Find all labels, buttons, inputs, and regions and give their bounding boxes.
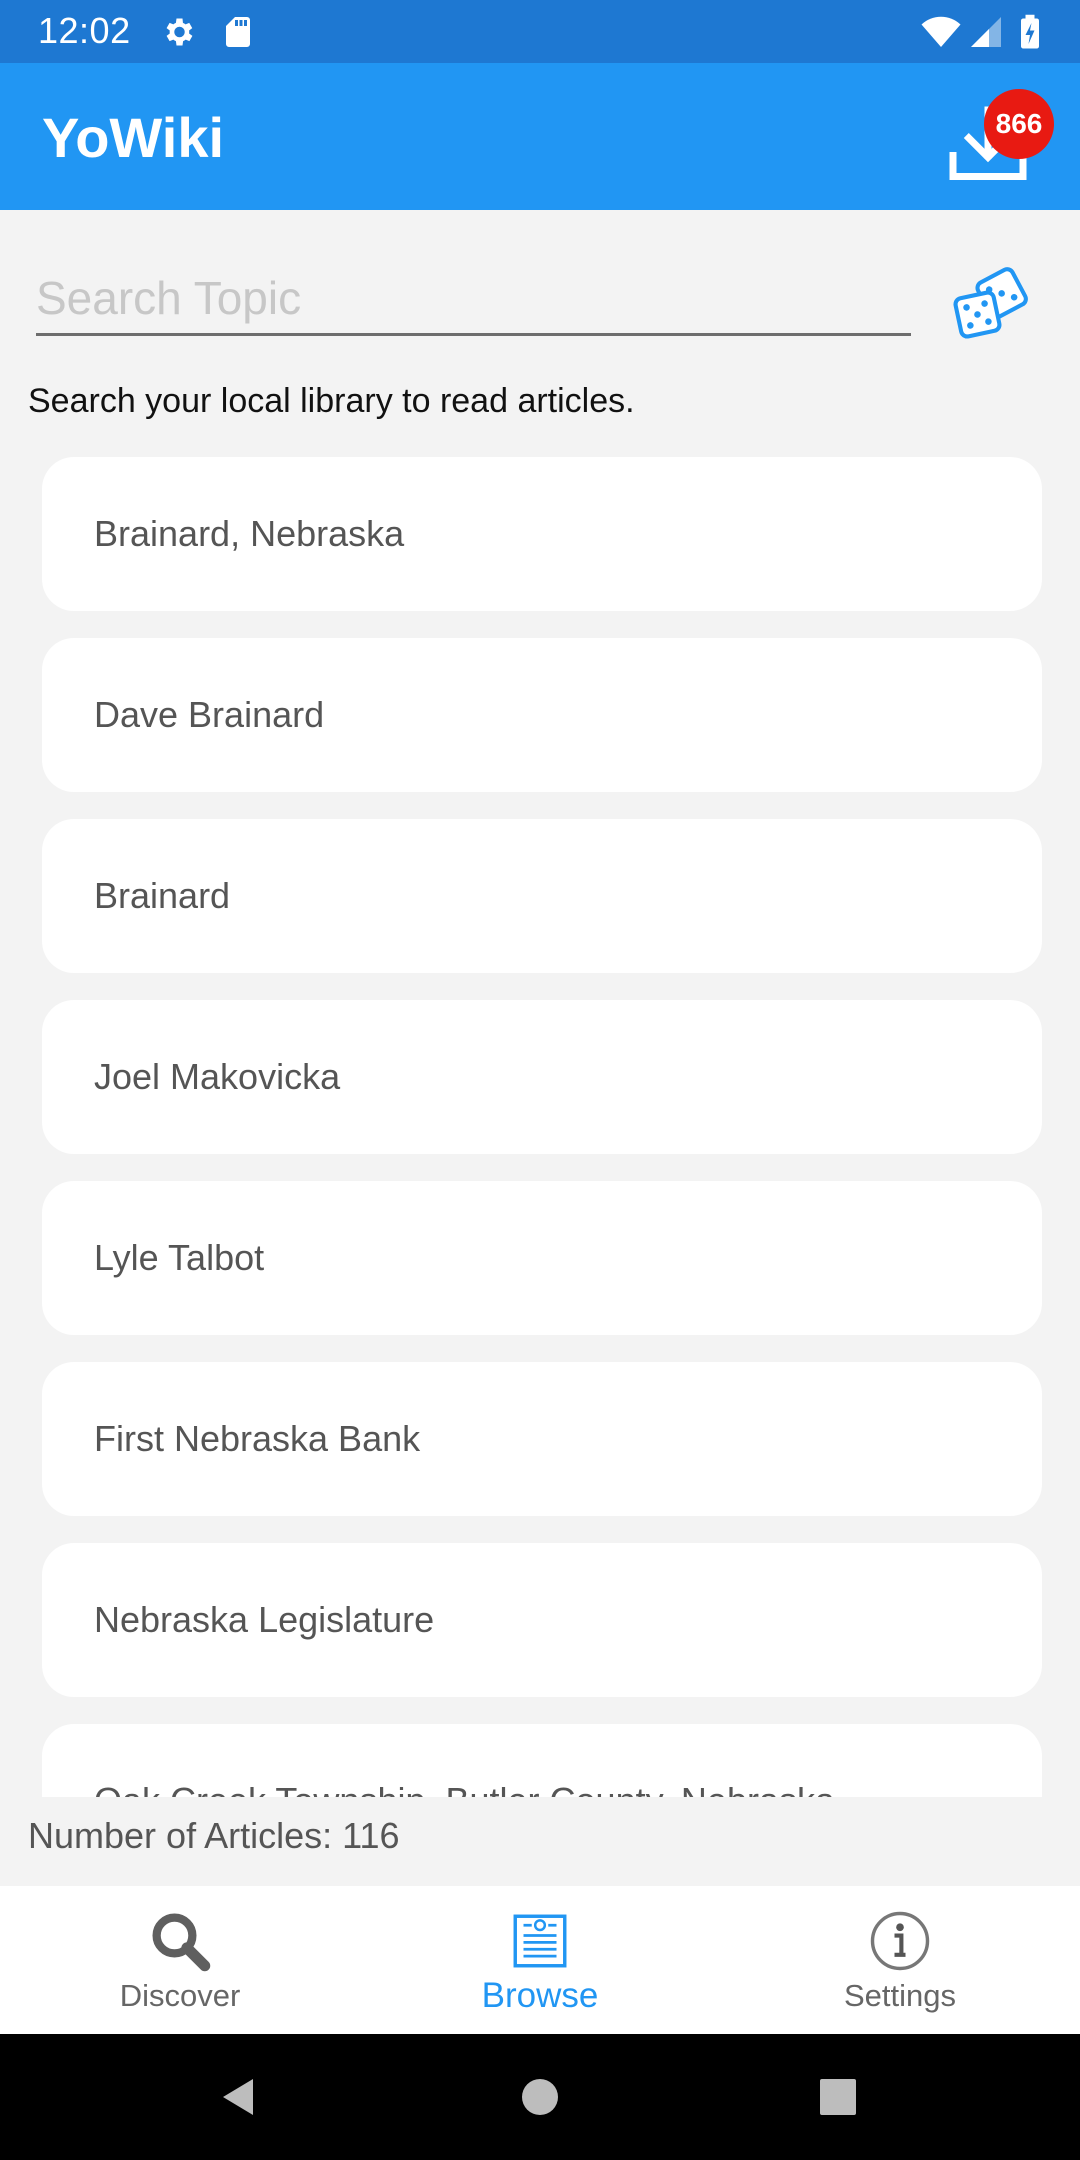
- list-item[interactable]: Nebraska Legislature: [42, 1543, 1042, 1697]
- info-icon: [870, 1911, 930, 1971]
- dice-icon[interactable]: [950, 262, 1032, 344]
- list-item-label: Lyle Talbot: [94, 1237, 265, 1278]
- article-count: Number of Articles: 116: [28, 1815, 400, 1856]
- list-item-label: Nebraska Legislature: [94, 1599, 435, 1640]
- bottom-nav: Discover Browse Settings: [0, 1886, 1080, 2034]
- search-icon: [152, 1913, 211, 1972]
- back-icon[interactable]: [215, 2073, 263, 2121]
- list-item[interactable]: Lyle Talbot: [42, 1181, 1042, 1335]
- list-item[interactable]: Dave Brainard: [42, 638, 1042, 792]
- list-item[interactable]: First Nebraska Bank: [42, 1362, 1042, 1516]
- gear-icon: [166, 18, 193, 46]
- downloads-button[interactable]: 866: [940, 85, 1054, 195]
- tab-browse[interactable]: Browse: [360, 1886, 720, 2034]
- newspaper-icon: [513, 1914, 567, 1968]
- recents-icon[interactable]: [814, 2073, 862, 2121]
- sd-card-icon: [226, 17, 250, 47]
- tab-browse-label: Browse: [481, 1976, 599, 2015]
- app-title: YoWiki: [42, 106, 225, 169]
- list-item-label: First Nebraska Bank: [94, 1418, 421, 1459]
- list-item-label: Dave Brainard: [94, 694, 325, 735]
- status-bar: 12:02: [0, 0, 1080, 63]
- article-list[interactable]: Brainard, Nebraska Dave Brainard Brainar…: [0, 457, 1080, 1797]
- home-icon[interactable]: [516, 2073, 564, 2121]
- list-item[interactable]: Brainard, Nebraska: [42, 457, 1042, 611]
- wifi-icon: [921, 16, 961, 47]
- signal-icon: [971, 17, 1001, 47]
- app-bar: YoWiki 866: [0, 63, 1080, 210]
- tab-settings[interactable]: Settings: [720, 1886, 1080, 2034]
- system-nav-bar: [0, 2034, 1080, 2160]
- status-time: 12:02: [38, 10, 131, 51]
- tab-discover-label: Discover: [119, 1978, 241, 2013]
- list-item-label: Oak Creek Township, Butler County, Nebra…: [94, 1724, 835, 1797]
- list-item[interactable]: Oak Creek Township, Butler County, Nebra…: [42, 1724, 1042, 1797]
- search-input[interactable]: [36, 262, 911, 336]
- tab-settings-label: Settings: [843, 1978, 956, 2013]
- search-hint: Search your local library to read articl…: [28, 382, 635, 420]
- list-item-label: Brainard, Nebraska: [94, 513, 405, 554]
- list-item[interactable]: Joel Makovicka: [42, 1000, 1042, 1154]
- tab-discover[interactable]: Discover: [0, 1886, 360, 2034]
- list-item-label: Brainard: [94, 875, 231, 916]
- battery-icon: [1021, 14, 1039, 49]
- list-item-label: Joel Makovicka: [94, 1056, 341, 1097]
- list-item[interactable]: Brainard: [42, 819, 1042, 973]
- download-count-badge: 866: [984, 89, 1054, 159]
